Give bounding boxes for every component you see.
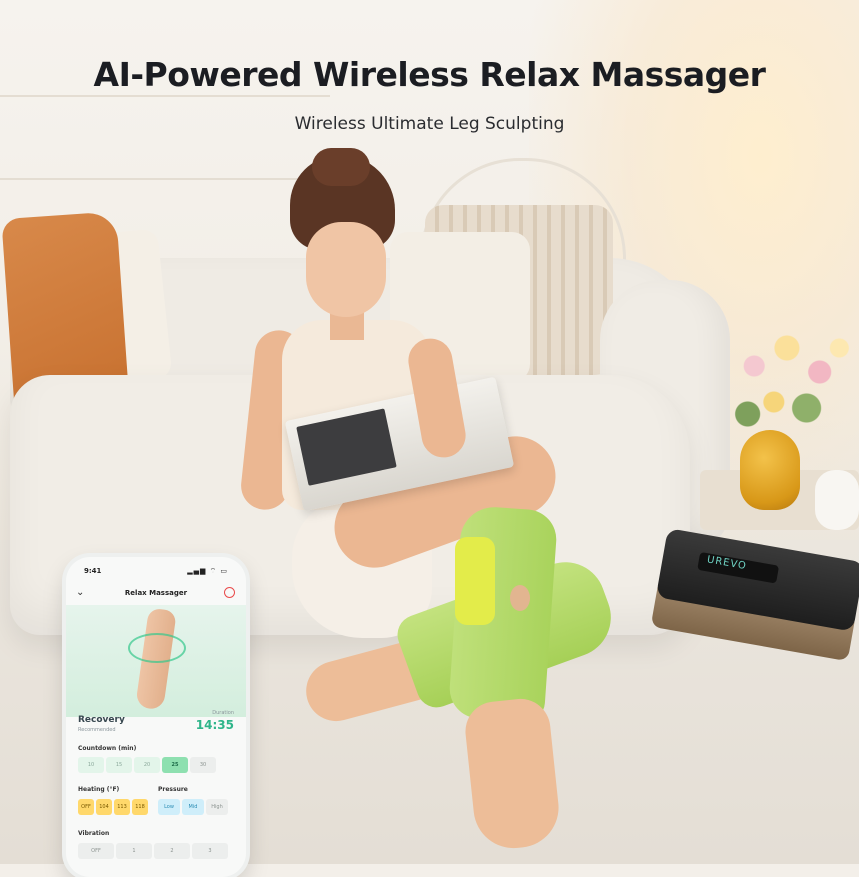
book-photo-page bbox=[296, 408, 397, 486]
woman-hair-bun bbox=[312, 148, 370, 186]
pressure-option[interactable]: Low bbox=[158, 799, 180, 815]
countdown-options: 10 15 20 25 30 bbox=[78, 757, 216, 773]
countdown-option-selected[interactable]: 25 bbox=[162, 757, 188, 773]
wall-molding bbox=[0, 95, 330, 97]
duration-value: 14:35 bbox=[195, 718, 234, 732]
countdown-option[interactable]: 20 bbox=[134, 757, 160, 773]
wall-molding bbox=[0, 178, 330, 180]
status-time: 9:41 bbox=[84, 567, 102, 575]
headline-title: AI-Powered Wireless Relax Massager bbox=[93, 55, 766, 94]
mode-subtitle: Recommended bbox=[78, 727, 116, 733]
countdown-option[interactable]: 30 bbox=[190, 757, 216, 773]
white-decor bbox=[815, 470, 859, 530]
vibration-label: Vibration bbox=[78, 830, 110, 837]
vibration-option[interactable]: 1 bbox=[116, 843, 152, 859]
woman-face bbox=[306, 222, 386, 317]
status-bar: 9:41 ▂▄▆ ⌔ ▭ bbox=[84, 567, 228, 579]
vibration-option[interactable]: 3 bbox=[192, 843, 228, 859]
headline-subtitle: Wireless Ultimate Leg Sculpting bbox=[294, 114, 565, 134]
power-icon[interactable] bbox=[224, 587, 235, 598]
countdown-label: Countdown (min) bbox=[78, 745, 137, 752]
countdown-option[interactable]: 15 bbox=[106, 757, 132, 773]
vibration-option[interactable]: OFF bbox=[78, 843, 114, 859]
heating-options: OFF 104 113 118 bbox=[78, 799, 148, 815]
duration-label: Duration bbox=[212, 710, 234, 716]
pressure-option[interactable]: Mid bbox=[182, 799, 204, 815]
heating-option[interactable]: 113 bbox=[114, 799, 130, 815]
leg-illustration bbox=[66, 605, 246, 717]
vibration-option[interactable]: 2 bbox=[154, 843, 190, 859]
countdown-option[interactable]: 10 bbox=[78, 757, 104, 773]
yellow-vase bbox=[740, 430, 800, 510]
vibration-options: OFF 1 2 3 bbox=[78, 843, 228, 859]
knee-opening bbox=[510, 585, 530, 611]
app-title: Relax Massager bbox=[124, 589, 188, 597]
flower-bouquet bbox=[728, 318, 859, 438]
heating-label: Heating (°F) bbox=[78, 786, 120, 793]
heating-option[interactable]: 104 bbox=[96, 799, 112, 815]
heating-option[interactable]: 118 bbox=[132, 799, 148, 815]
pressure-option[interactable]: High bbox=[206, 799, 228, 815]
mode-name[interactable]: Recovery bbox=[78, 715, 125, 725]
signal-wifi-battery-icon: ▂▄▆ ⌔ ▭ bbox=[187, 567, 228, 575]
app-header: ⌄ Relax Massager bbox=[66, 587, 246, 603]
pressure-label: Pressure bbox=[158, 786, 188, 793]
heating-option[interactable]: OFF bbox=[78, 799, 94, 815]
massage-zone-glow bbox=[128, 633, 186, 663]
massager-controller bbox=[455, 537, 495, 625]
phone-mockup: 9:41 ▂▄▆ ⌔ ▭ ⌄ Relax Massager Recovery R… bbox=[66, 557, 246, 877]
pressure-options: Low Mid High bbox=[158, 799, 228, 815]
